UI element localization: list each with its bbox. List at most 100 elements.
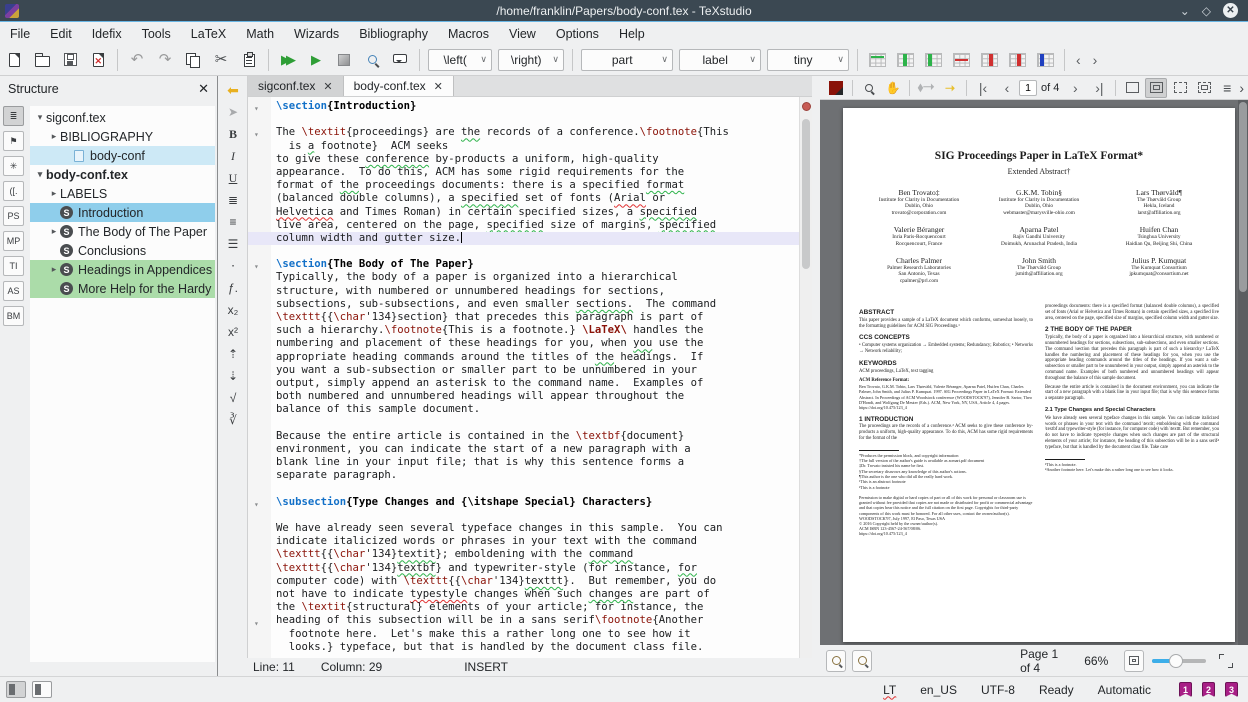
compile-icon[interactable]: ▶ [303, 47, 329, 73]
tab-body-conf.tex[interactable]: body-conf.tex✕ [344, 76, 454, 96]
tree-item[interactable]: ▸SHeadings in Appendices [30, 260, 215, 279]
align-right-icon[interactable]: ≣ [222, 190, 244, 210]
side-tab-brackets[interactable]: ([. [3, 181, 24, 201]
menu-file[interactable]: File [0, 23, 40, 44]
pdf-collapse-icon[interactable]: › [1239, 80, 1244, 96]
editor-scrollbar[interactable] [799, 97, 812, 658]
align-center-icon[interactable]: ≡ [222, 212, 244, 232]
fit-width-icon[interactable] [1121, 78, 1143, 98]
toggle-bottom-panel-icon[interactable] [32, 681, 52, 698]
pdf-forward-icon[interactable]: ➝ [939, 78, 961, 98]
copy-icon[interactable] [180, 47, 206, 73]
expander-closed-icon[interactable]: ▸ [48, 226, 60, 237]
underline-icon[interactable]: U [222, 168, 244, 188]
side-tab-metapost[interactable]: MP [3, 231, 24, 251]
dropdown-font-size[interactable]: tiny∨ [767, 49, 849, 71]
remove-row-icon[interactable] [948, 47, 974, 73]
undo-icon[interactable]: ↶ [124, 47, 150, 73]
bold-icon[interactable]: B [222, 124, 244, 144]
pdf-canvas[interactable]: SIG Proceedings Paper in LaTeX Format* E… [820, 100, 1248, 645]
fold-marker-icon[interactable]: ▾ [254, 498, 266, 511]
add-column-icon[interactable] [892, 47, 918, 73]
fold-marker-icon[interactable]: ▾ [254, 128, 266, 141]
toggle-left-panel-icon[interactable] [6, 681, 26, 698]
tree-item[interactable]: body-conf [30, 146, 215, 165]
sqrt-icon[interactable]: √ [222, 388, 244, 408]
spellcheck-language[interactable]: LT [883, 683, 896, 697]
fold-marker-icon[interactable]: ▾ [254, 102, 266, 115]
expander-open-icon[interactable]: ▾ [34, 169, 46, 180]
line-ending-label[interactable]: Automatic [1098, 683, 1151, 697]
bookmark-flag-icon[interactable]: 3 [1225, 682, 1238, 697]
align-justify-icon[interactable]: ☰ [222, 234, 244, 254]
tree-item[interactable]: ▸SThe Body of The Paper [30, 222, 215, 241]
root-icon[interactable]: ∛ [222, 410, 244, 430]
magnifier-tool-button[interactable] [826, 650, 846, 672]
side-tab-pstricks[interactable]: PS [3, 206, 24, 226]
fit-custom-icon[interactable] [1193, 78, 1215, 98]
subscript-icon[interactable]: x₂ [222, 300, 244, 320]
fold-gutter[interactable]: ▾ ▾ ▾ ▾ ▾ [248, 97, 271, 658]
menu-wizards[interactable]: Wizards [284, 23, 349, 44]
close-panel-icon[interactable]: ✕ [198, 81, 209, 97]
italic-icon[interactable]: I [222, 146, 244, 166]
superscript-icon[interactable]: x² [222, 322, 244, 342]
pdf-zoom-slider[interactable] [1152, 659, 1206, 663]
build-and-view-icon[interactable]: ▶▶ [275, 47, 301, 73]
pdf-fit-button[interactable] [1124, 650, 1144, 672]
redo-icon[interactable]: ↷ [152, 47, 178, 73]
arrow-down-icon[interactable]: ⇣ [222, 366, 244, 386]
editor-scrollbar-handle[interactable] [802, 119, 810, 269]
align-columns-icon[interactable] [1032, 47, 1058, 73]
locale-label[interactable]: en_US [920, 683, 957, 697]
comment-icon[interactable] [387, 47, 413, 73]
pdf-hand-tool-icon[interactable]: ✋ [882, 78, 904, 98]
pdf-page-input[interactable]: 1 [1019, 80, 1037, 96]
paste-column-icon[interactable] [920, 47, 946, 73]
paste-icon[interactable] [236, 47, 262, 73]
expander-closed-icon[interactable]: ▸ [48, 188, 60, 199]
side-tab-bookmarks[interactable]: ⚑ [3, 131, 24, 151]
tab-close-icon[interactable]: ✕ [323, 80, 332, 93]
menu-view[interactable]: View [499, 23, 546, 44]
side-tab-beamer[interactable]: BM [3, 306, 24, 326]
pdf-first-page-icon[interactable]: |‹ [972, 78, 994, 98]
side-tab-tikz[interactable]: TI [3, 256, 24, 276]
fold-marker-icon[interactable]: ▾ [254, 617, 266, 630]
side-tab-structure[interactable]: ≣ [3, 106, 24, 126]
tree-item[interactable]: ▾sigconf.tex [30, 108, 215, 127]
fit-selection-icon[interactable] [1169, 78, 1191, 98]
dropdown-sectioning[interactable]: part∨ [581, 49, 673, 71]
menu-edit[interactable]: Edit [40, 23, 82, 44]
pdf-magnifier-icon[interactable] [858, 78, 880, 98]
menu-idefix[interactable]: Idefix [82, 23, 132, 44]
pdf-next-page-icon[interactable]: › [1064, 78, 1086, 98]
editor-pdf-splitter[interactable] [812, 76, 820, 658]
dropdown-left-delimiter[interactable]: \left(∨ [428, 49, 492, 71]
next-document-icon[interactable]: › [1087, 52, 1104, 68]
pdf-tex-icon[interactable] [825, 78, 847, 98]
side-tab-symbols[interactable]: ✳ [3, 156, 24, 176]
pdf-back-icon[interactable]: ⬧➝ [915, 78, 937, 98]
back-gold-arrow-icon[interactable]: ⬅ [222, 80, 244, 100]
side-tab-asymptote[interactable]: AS [3, 281, 24, 301]
tree-item[interactable]: ▸LABELS [30, 184, 215, 203]
code-editor[interactable]: ▾▾▾▾▾ \section{Introduction} The \textit… [248, 97, 799, 658]
dot-icon[interactable]: ⋅ [222, 256, 244, 276]
expander-closed-icon[interactable]: ▸ [48, 264, 60, 275]
pdf-prev-page-icon[interactable]: ‹ [996, 78, 1018, 98]
add-row-icon[interactable] [864, 47, 890, 73]
tree-item[interactable]: ▾body-conf.tex [30, 165, 215, 184]
stop-icon[interactable] [331, 47, 357, 73]
cut-column-icon[interactable] [1004, 47, 1030, 73]
fold-marker-icon[interactable]: ▾ [254, 260, 266, 273]
tab-sigconf.tex[interactable]: sigconf.tex✕ [248, 76, 344, 96]
menu-bibliography[interactable]: Bibliography [349, 23, 438, 44]
dropdown-reference[interactable]: label∨ [679, 49, 761, 71]
expander-open-icon[interactable]: ▾ [34, 112, 46, 123]
maximize-icon[interactable]: ◇ [1202, 5, 1211, 17]
pdf-scrollbar[interactable] [1238, 100, 1248, 645]
pdf-last-page-icon[interactable]: ›| [1088, 78, 1110, 98]
previous-document-icon[interactable]: ‹ [1070, 52, 1087, 68]
tree-item[interactable]: SConclusions [30, 241, 215, 260]
